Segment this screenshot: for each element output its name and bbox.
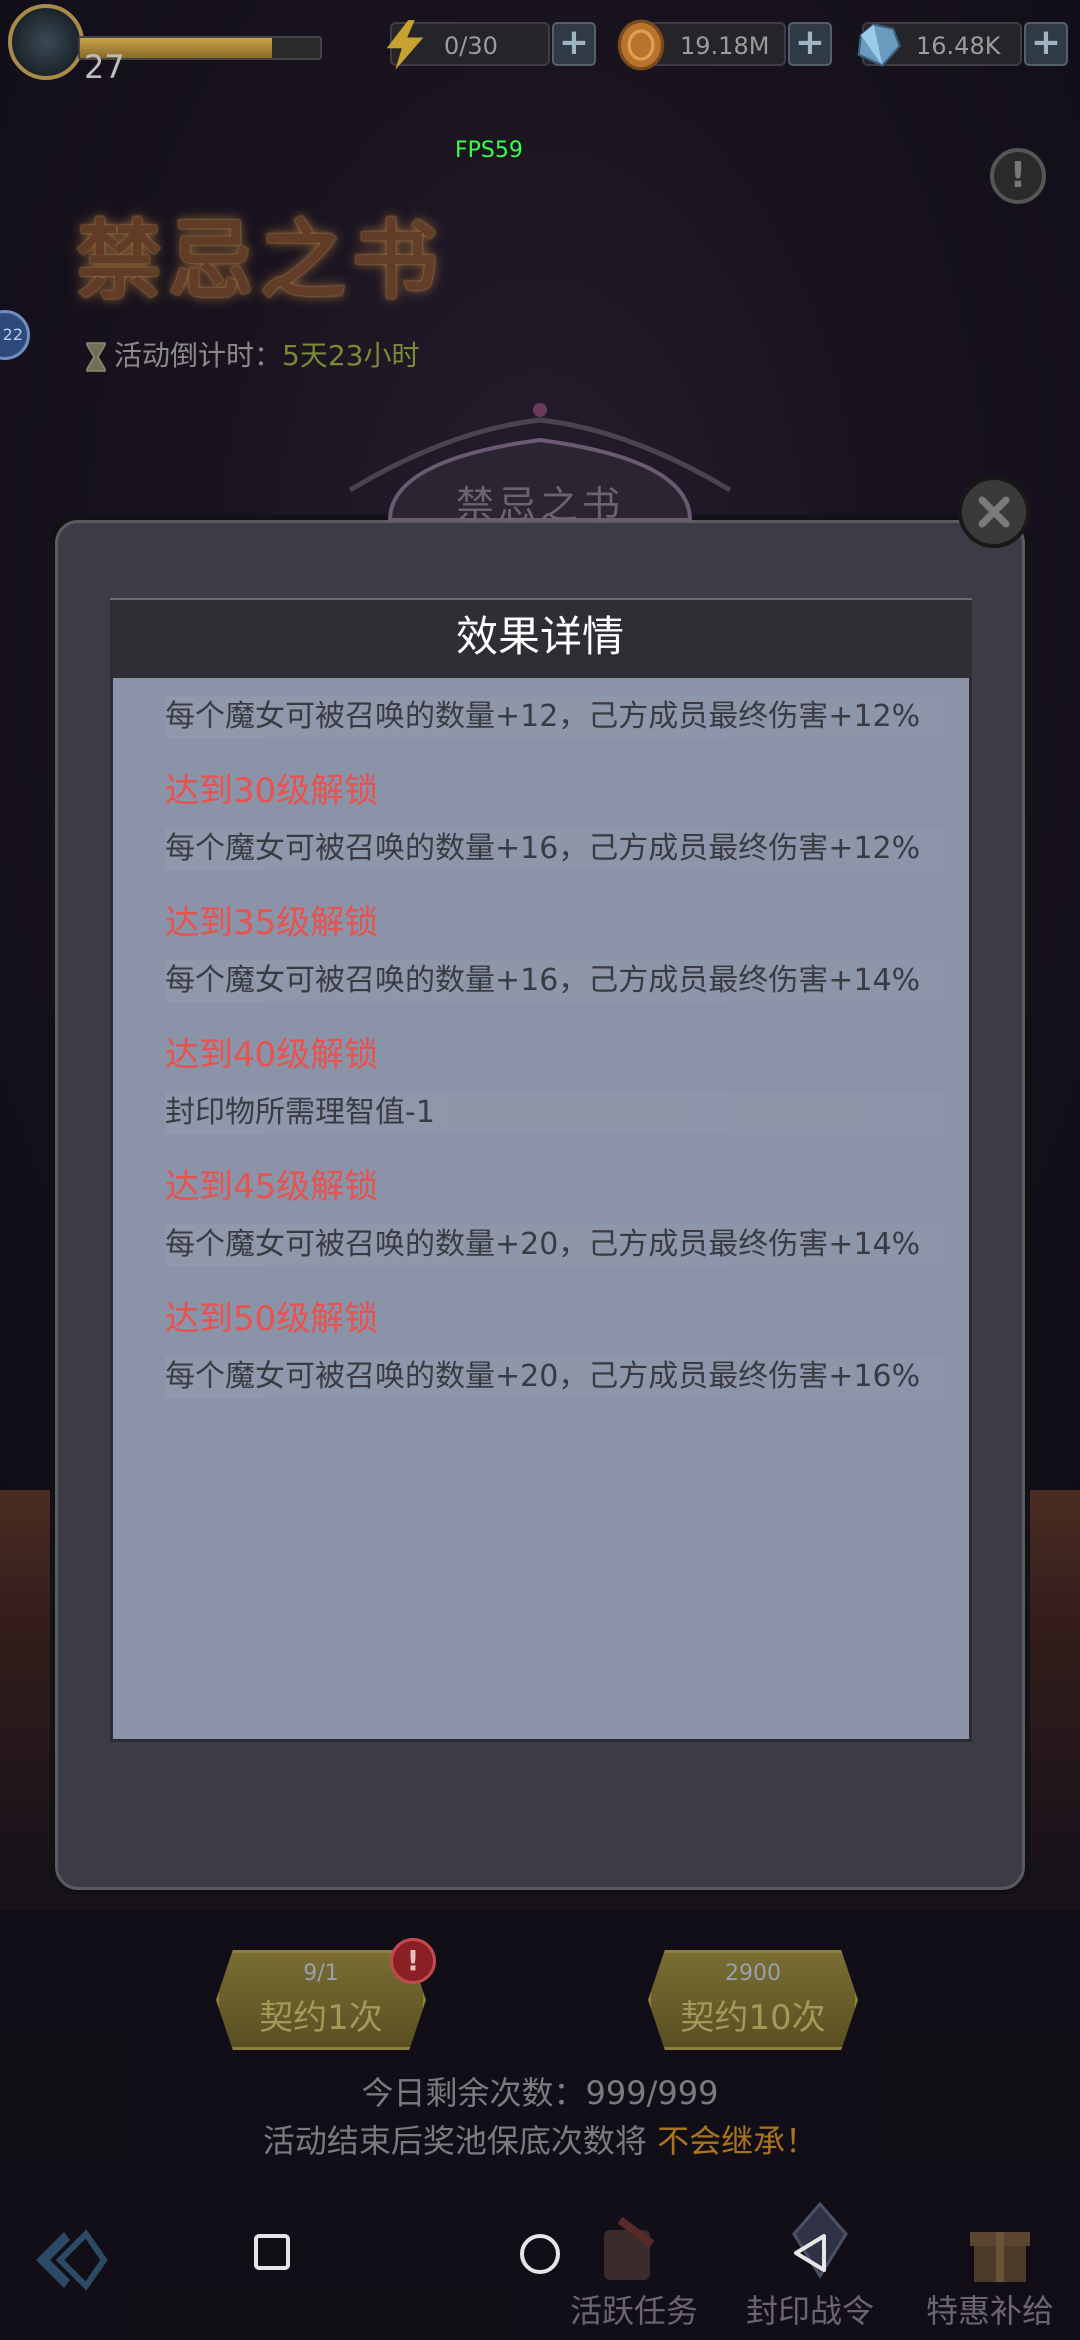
- player-avatar[interactable]: [8, 4, 84, 80]
- unlock-requirement: 达到50级解锁: [165, 1299, 379, 1339]
- back-button-icon[interactable]: [788, 2230, 834, 2276]
- add-gem-button[interactable]: +: [1024, 22, 1068, 66]
- effect-desc: 每个魔女可被召唤的数量+16，己方成员最终伤害+14%: [165, 960, 945, 1002]
- pool-notice: 活动结束后奖池保底次数将 不会继承！: [0, 2116, 1080, 2162]
- effect-item-base: 每个魔女可被召唤的数量+12，己方成员最终伤害+12%: [165, 696, 945, 738]
- effect-desc: 每个魔女可被召唤的数量+20，己方成员最终伤害+14%: [165, 1224, 945, 1266]
- pull-once-label: 契约1次: [259, 1998, 383, 2038]
- pull-ten-button[interactable]: 2900 契约10次: [648, 1950, 858, 2050]
- close-button[interactable]: [958, 476, 1030, 548]
- gold-counter: 19.18M: [617, 19, 786, 71]
- hourglass-icon: [86, 342, 106, 372]
- unlock-requirement: 达到45级解锁: [165, 1167, 379, 1207]
- status-bar: 27 0/30 + 19.18M + 16.48K +: [0, 0, 1080, 95]
- effect-item: 达到50级解锁 每个魔女可被召唤的数量+20，己方成员最终伤害+16%: [165, 1294, 945, 1398]
- effect-desc: 每个魔女可被召唤的数量+16，己方成员最终伤害+12%: [165, 828, 945, 870]
- effect-item: 达到30级解锁 每个魔女可被召唤的数量+16，己方成员最终伤害+12%: [165, 766, 945, 870]
- fps-counter: FPS59: [455, 138, 523, 163]
- nav-pass[interactable]: 封印战令: [746, 2286, 874, 2332]
- close-icon: [978, 496, 1010, 528]
- add-energy-button[interactable]: +: [552, 22, 596, 66]
- nav-supply[interactable]: 特惠补给: [926, 2286, 1054, 2332]
- diamond-icon: [857, 23, 901, 67]
- home-button-icon[interactable]: [516, 2230, 564, 2278]
- effect-desc: 每个魔女可被召唤的数量+20，己方成员最终伤害+16%: [165, 1356, 945, 1398]
- task-scroll-icon[interactable]: [590, 2210, 670, 2290]
- pull-ten-cost: 2900: [725, 1961, 781, 1986]
- notice-text: 活动结束后奖池保底次数将: [262, 2122, 647, 2160]
- unlock-requirement: 达到35级解锁: [165, 903, 379, 943]
- back-arrow-icon[interactable]: [30, 2220, 110, 2300]
- effect-details-panel[interactable]: 每个魔女可被召唤的数量+12，己方成员最终伤害+12% 达到30级解锁 每个魔女…: [110, 678, 972, 1742]
- alert-badge: !: [390, 1938, 436, 1984]
- effect-item: 达到40级解锁 封印物所需理智值-1: [165, 1030, 945, 1134]
- info-button[interactable]: !: [990, 148, 1046, 204]
- energy-value: 0/30: [444, 32, 498, 60]
- gem-counter: 16.48K: [857, 22, 1022, 67]
- add-gold-button[interactable]: +: [788, 22, 832, 66]
- gift-box-icon[interactable]: [960, 2210, 1040, 2290]
- modal-banner-title: 禁忌之书: [455, 483, 624, 527]
- effect-detail-list: 每个魔女可被召唤的数量+12，己方成员最终伤害+12% 达到30级解锁 每个魔女…: [165, 696, 945, 1426]
- recents-button-icon[interactable]: [250, 2230, 294, 2274]
- unlock-requirement: 达到30级解锁: [165, 771, 379, 811]
- event-title: 禁忌之书: [76, 210, 444, 311]
- countdown-value: 5天23小时: [282, 339, 420, 372]
- countdown-label: 活动倒计时：: [114, 339, 283, 372]
- event-countdown: 活动倒计时：5天23小时: [84, 334, 419, 374]
- pull-ten-label: 契约10次: [680, 1998, 826, 2038]
- nav-tasks[interactable]: 活跃任务: [570, 2286, 698, 2332]
- player-level: 27: [84, 48, 125, 86]
- effect-desc: 封印物所需理智值-1: [165, 1092, 945, 1134]
- gold-value: 19.18M: [680, 32, 770, 60]
- notice-highlight: 不会继承！: [657, 2122, 818, 2160]
- energy-counter: 0/30: [386, 20, 550, 70]
- lightning-icon: [386, 20, 424, 70]
- unlock-requirement: 达到40级解锁: [165, 1035, 379, 1075]
- effect-item: 达到35级解锁 每个魔女可被召唤的数量+16，己方成员最终伤害+14%: [165, 898, 945, 1002]
- effect-item: 达到45级解锁 每个魔女可被召唤的数量+20，己方成员最终伤害+14%: [165, 1162, 945, 1266]
- panel-title: 效果详情: [455, 612, 624, 661]
- coin-icon: [617, 19, 665, 71]
- remaining-count: 今日剩余次数：999/999: [361, 2074, 719, 2112]
- effect-desc: 每个魔女可被召唤的数量+12，己方成员最终伤害+12%: [165, 696, 945, 738]
- gem-value: 16.48K: [916, 32, 1001, 60]
